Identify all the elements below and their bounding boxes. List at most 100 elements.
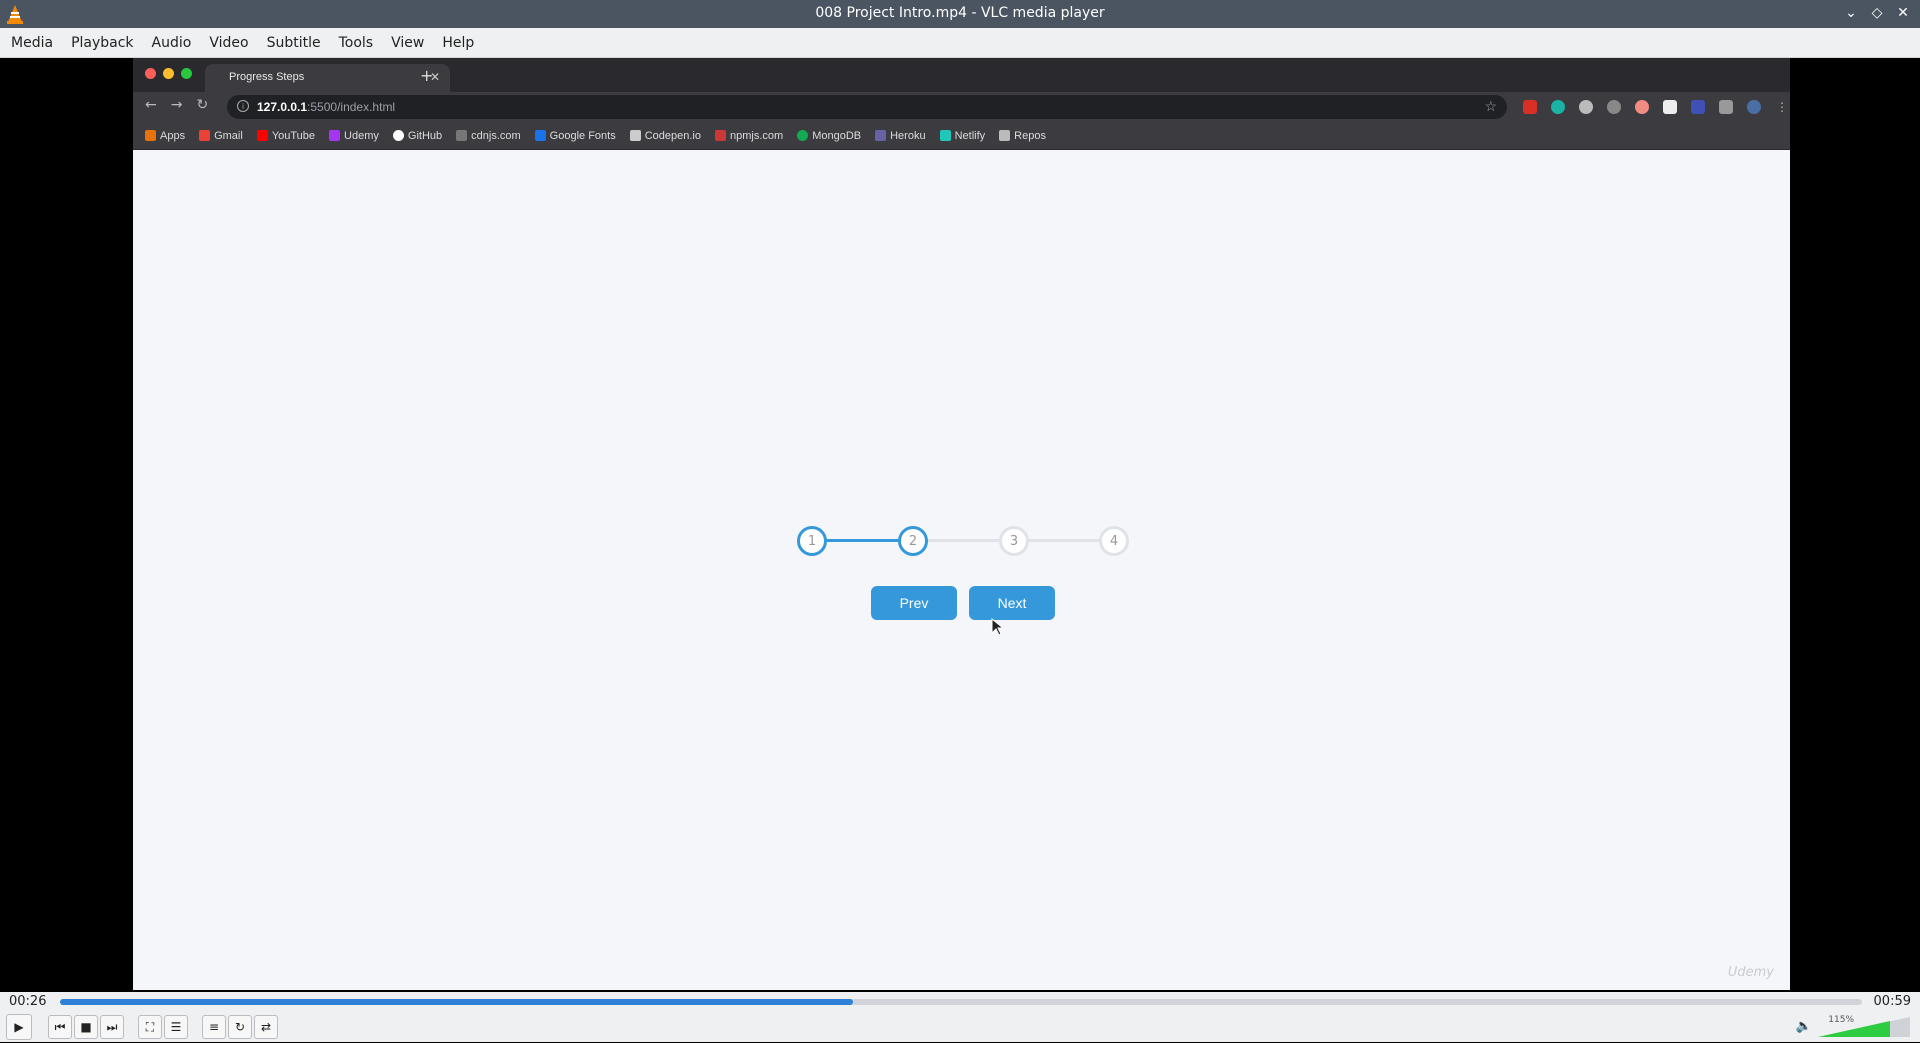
browser-address-row: ← → ↻ i 127.0.0.1:5500/index.html ☆ ⋮ xyxy=(133,92,1790,122)
url-path: :5500/index.html xyxy=(307,100,396,114)
mongodb-leaf-icon xyxy=(797,130,809,141)
step-circle: 1 xyxy=(797,526,827,556)
bookmark-codepen: Codepen.io xyxy=(629,130,701,142)
back-icon: ← xyxy=(145,97,157,113)
forward-icon: → xyxy=(170,97,183,113)
info-icon: i xyxy=(237,100,249,112)
elapsed-time: 00:26 xyxy=(9,994,47,1009)
udemy-watermark: Udemy xyxy=(1727,965,1774,980)
mac-close-dot xyxy=(145,68,156,79)
shuffle-button[interactable]: ⇄ xyxy=(254,1015,278,1039)
extended-settings-button[interactable]: ☰ xyxy=(164,1015,188,1039)
loop-button[interactable]: ↻ xyxy=(228,1015,252,1039)
profile-icon xyxy=(1747,100,1761,114)
bookmark-heroku: Heroku xyxy=(875,130,926,142)
gmail-icon xyxy=(199,130,211,141)
bookmark-apps: Apps xyxy=(145,130,185,142)
play-icon: ▶ xyxy=(14,1020,24,1034)
browser-tab: Progress Steps ✕ xyxy=(205,64,450,92)
menu-tools[interactable]: Tools xyxy=(330,35,383,51)
extension-icons: ⋮ xyxy=(1523,100,1789,114)
codepen-icon xyxy=(629,130,641,141)
next-button: Next xyxy=(969,586,1055,620)
mac-minimize-dot xyxy=(163,68,174,79)
speaker-icon[interactable]: 🔈 xyxy=(1796,1019,1812,1034)
stop-button[interactable]: ■ xyxy=(74,1015,98,1039)
google-fonts-icon xyxy=(534,130,546,141)
menu-audio[interactable]: Audio xyxy=(143,35,201,51)
skip-back-icon: ⏮ xyxy=(54,1019,66,1034)
seek-bar[interactable] xyxy=(60,999,1862,1005)
shuffle-icon: ⇄ xyxy=(260,1020,272,1034)
menu-help[interactable]: Help xyxy=(433,35,483,51)
equalizer-icon: ☰ xyxy=(170,1020,182,1034)
mouse-cursor-icon xyxy=(991,618,1005,636)
udemy-icon xyxy=(329,130,341,141)
playlist-icon: ≡ xyxy=(208,1020,220,1034)
extension-circle-icon xyxy=(1607,100,1621,114)
total-duration[interactable]: 00:59 xyxy=(1874,994,1911,1009)
bookmark-youtube: YouTube xyxy=(256,130,315,142)
minimize-icon[interactable]: ⌄ xyxy=(1842,4,1860,22)
youtube-icon xyxy=(256,130,268,141)
progress-steps: 1 2 3 4 xyxy=(797,524,1129,558)
title-bar: 008 Project Intro.mp4 - VLC media player… xyxy=(0,0,1920,28)
volume-slider[interactable]: 115% xyxy=(1816,1015,1912,1039)
reload-icon: ↻ xyxy=(196,97,209,113)
code-icon xyxy=(456,130,468,141)
seek-bar-fill xyxy=(60,999,853,1005)
play-button[interactable]: ▶ xyxy=(6,1014,32,1040)
menu-video[interactable]: Video xyxy=(200,35,257,51)
extension-blue-icon xyxy=(1691,100,1705,114)
playlist-button[interactable]: ≡ xyxy=(202,1015,226,1039)
bookmark-udemy: Udemy xyxy=(329,130,379,142)
menu-bar: Media Playback Audio Video Subtitle Tool… xyxy=(0,28,1920,58)
extension-cursor-icon xyxy=(1663,100,1677,114)
bookmark-repos: Repos xyxy=(999,130,1046,142)
folder-icon xyxy=(999,130,1011,141)
browser-menu-icon: ⋮ xyxy=(1776,100,1788,114)
prev-button: Prev xyxy=(871,586,957,620)
video-frame: Progress Steps ✕ + ← → ↻ i 127.0.0.1:550… xyxy=(133,58,1790,990)
mac-zoom-dot xyxy=(181,68,192,79)
extension-red-icon xyxy=(1523,100,1537,114)
close-icon[interactable]: ✕ xyxy=(1894,4,1912,22)
bookmark-gmail: Gmail xyxy=(199,130,243,142)
menu-media[interactable]: Media xyxy=(2,35,62,51)
step-circle: 3 xyxy=(999,526,1029,556)
bookmark-npmjs: npmjs.com xyxy=(715,130,783,142)
menu-view[interactable]: View xyxy=(382,35,433,51)
video-area[interactable]: Progress Steps ✕ + ← → ↻ i 127.0.0.1:550… xyxy=(0,58,1920,992)
fullscreen-button[interactable]: ⛶ xyxy=(138,1015,162,1039)
step-circle: 4 xyxy=(1099,526,1129,556)
loop-icon: ↻ xyxy=(234,1020,246,1034)
extension-teal-icon xyxy=(1551,100,1565,114)
url-host: 127.0.0.1 xyxy=(257,100,308,114)
browser-tab-title: Progress Steps xyxy=(229,71,305,83)
bookmark-star-icon: ☆ xyxy=(1484,98,1497,114)
address-bar: i 127.0.0.1:5500/index.html ☆ xyxy=(227,95,1507,119)
previous-button[interactable]: ⏮ xyxy=(48,1015,72,1039)
bookmark-netlify: Netlify xyxy=(939,130,985,142)
menu-subtitle[interactable]: Subtitle xyxy=(258,35,330,51)
apps-grid-icon xyxy=(145,130,156,141)
extensions-puzzle-icon xyxy=(1719,100,1733,114)
next-media-button[interactable]: ⏭ xyxy=(100,1015,124,1039)
extension-gear-icon xyxy=(1579,100,1593,114)
seek-row: 00:26 00:59 xyxy=(0,992,1920,1012)
new-tab-icon: + xyxy=(420,66,434,85)
maximize-icon[interactable]: ◇ xyxy=(1868,4,1886,22)
bookmark-cdnjs: cdnjs.com xyxy=(456,130,521,142)
netlify-icon xyxy=(939,130,951,141)
step-circle: 2 xyxy=(898,526,928,556)
controls-bar: ▶ ⏮ ■ ⏭ ⛶ ☰ ≡ ↻ ⇄ 🔈 115% xyxy=(0,1012,1920,1042)
heroku-icon xyxy=(875,130,887,141)
bookmark-mongodb: MongoDB xyxy=(797,130,861,142)
bookmarks-bar: Apps Gmail YouTube Udemy GitHub cdnjs.co… xyxy=(133,122,1790,150)
extension-orange-icon xyxy=(1635,100,1649,114)
fullscreen-icon: ⛶ xyxy=(145,1019,155,1034)
menu-playback[interactable]: Playback xyxy=(62,35,142,51)
npm-icon xyxy=(715,130,726,141)
stop-icon: ■ xyxy=(80,1020,92,1034)
browser-tab-strip: Progress Steps ✕ + xyxy=(133,58,1790,92)
